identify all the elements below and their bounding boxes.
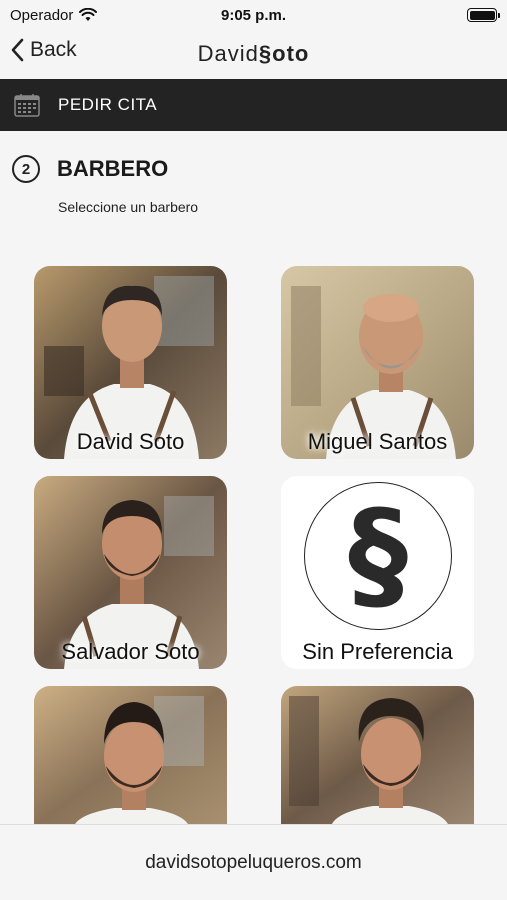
- brand-part-2: §oto: [258, 41, 310, 66]
- brand-part-1: David: [197, 41, 259, 66]
- calendar-icon: [14, 94, 40, 117]
- brand-icon: §: [304, 482, 452, 630]
- step-subtitle: Seleccione un barbero: [58, 199, 199, 215]
- section-title: PEDIR CITA: [58, 95, 158, 114]
- svg-text:§: §: [348, 496, 408, 616]
- barber-card[interactable]: [281, 686, 474, 826]
- wifi-icon: [79, 8, 98, 21]
- barber-card-salvador-soto[interactable]: Salvador Soto: [34, 476, 227, 669]
- carrier-label: Operador: [10, 6, 74, 24]
- nav-bar: Back David§oto: [0, 30, 507, 78]
- barber-name: Miguel Santos: [307, 429, 448, 454]
- status-left: Operador: [10, 6, 98, 24]
- section-header: PEDIR CITA: [0, 79, 507, 131]
- barber-photo: [281, 686, 474, 826]
- barber-card[interactable]: [34, 686, 227, 826]
- barber-photo: [34, 686, 227, 826]
- barber-card-david-soto[interactable]: David Soto: [34, 266, 227, 459]
- back-label: Back: [30, 38, 77, 61]
- step-row: 2 BARBERO: [12, 155, 168, 183]
- barber-card-sin-preferencia[interactable]: § Sin Preferencia: [281, 476, 474, 669]
- step-title: BARBERO: [57, 156, 169, 181]
- barber-card-miguel-santos[interactable]: Miguel Santos: [281, 266, 474, 459]
- barber-name: David Soto: [76, 429, 185, 454]
- website-link[interactable]: davidsotopeluqueros.com: [145, 852, 362, 874]
- status-bar: Operador 9:05 p.m.: [0, 0, 507, 30]
- step-number: 2: [12, 155, 40, 183]
- back-button[interactable]: Back: [10, 38, 77, 62]
- battery-icon: [467, 8, 500, 22]
- chevron-left-icon: [11, 38, 24, 62]
- footer: davidsotopeluqueros.com: [0, 824, 507, 900]
- barber-name: Sin Preferencia: [302, 639, 453, 664]
- barber-name: Salvador Soto: [61, 639, 200, 664]
